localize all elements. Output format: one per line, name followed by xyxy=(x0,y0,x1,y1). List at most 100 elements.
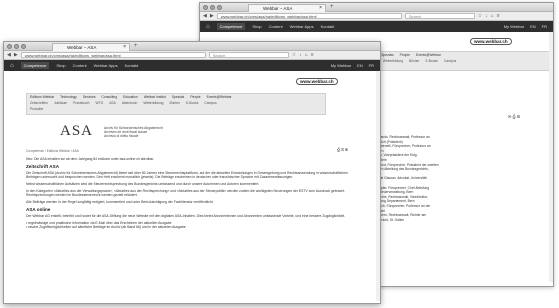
menu-item[interactable]: WTG xyxy=(95,101,103,105)
page-action-icons[interactable]: ✉ ⎙ ⊞ xyxy=(508,114,520,119)
menu-item[interactable]: People xyxy=(190,95,200,99)
minimize-window-button[interactable] xyxy=(14,44,19,49)
menu-item[interactable]: E-Books xyxy=(186,101,198,105)
menu-item[interactable]: Weiterbildung xyxy=(143,101,163,105)
new-tab-icon[interactable]: + xyxy=(330,4,334,11)
menu-item[interactable]: Webbar Institut xyxy=(144,95,166,99)
close-tab-icon[interactable]: × xyxy=(123,44,126,51)
scrollbar[interactable] xyxy=(549,32,553,282)
menu-item[interactable]: Events@Webbar xyxy=(207,95,232,99)
bookmark-icon[interactable]: ☆ xyxy=(478,13,482,19)
menu-item[interactable]: Technology xyxy=(60,95,77,99)
menu-icon[interactable]: ≡ xyxy=(311,52,314,58)
nav-lang-en[interactable]: EN xyxy=(530,24,536,29)
minimize-window-button[interactable] xyxy=(210,5,215,10)
back-arrow-icon[interactable]: ◀ xyxy=(203,13,207,19)
scrollbar[interactable] xyxy=(376,71,380,301)
nav-shop[interactable]: Shop xyxy=(252,24,261,29)
nav-shop[interactable]: Shop xyxy=(56,63,65,68)
menu-item[interactable]: Editions Webbar xyxy=(30,95,54,99)
site-nav: ⌂ Competence Shop Content Webbar Apps Ko… xyxy=(4,60,380,71)
new-tab-icon[interactable]: + xyxy=(134,43,138,50)
back-arrow-icon[interactable]: ◀ xyxy=(7,52,11,58)
download-icon[interactable]: ↓ xyxy=(485,13,488,19)
list-item: • rasche Zugriffsmöglichkeiten auf sämtl… xyxy=(26,224,186,229)
menu-item[interactable]: Education xyxy=(123,95,138,99)
forward-arrow-icon[interactable]: ▶ xyxy=(14,52,18,58)
nav-lang-fr[interactable]: FR xyxy=(369,63,374,68)
asa-logo: ASA xyxy=(60,123,94,139)
menu-item[interactable]: Consulting xyxy=(101,95,117,99)
menu-item[interactable]: E-Books xyxy=(425,59,437,63)
home-icon[interactable]: ⌂ xyxy=(305,52,308,58)
menu-item[interactable]: Jubiläum xyxy=(54,101,67,105)
close-window-button[interactable] xyxy=(7,44,12,49)
bookmark-icon[interactable]: ☆ xyxy=(292,52,296,58)
menu-item[interactable]: Campus xyxy=(444,59,456,63)
page-action-icons[interactable]: ⎙ ✉ ⊞ xyxy=(337,147,348,152)
nav-competence[interactable]: Competence xyxy=(216,23,246,30)
front-browser-window: Webbar – ASA × + ◀ ▶ www.webbar.ch/cms/a… xyxy=(3,41,381,304)
sub-menu: Editions Webbar Technology Services Cons… xyxy=(26,93,326,115)
browser-tab[interactable]: Webbar – ASA × xyxy=(248,4,326,12)
nav-my-webbar[interactable]: My Webbar xyxy=(504,24,524,29)
toolbar-icons: ☆ ↓ ⌂ ≡ xyxy=(478,13,500,19)
home-icon[interactable]: ⌂ xyxy=(206,24,210,30)
menu-item[interactable]: Events@Webbar xyxy=(416,53,441,57)
section-title: ASA online xyxy=(26,206,51,212)
nav-lang-en[interactable]: EN xyxy=(357,63,363,68)
menu-item[interactable]: Weiterbildung xyxy=(383,59,403,63)
home-icon[interactable]: ⌂ xyxy=(10,63,14,69)
search-input[interactable]: Search xyxy=(404,13,475,19)
site-logo[interactable]: www.webbar.ch xyxy=(296,78,338,85)
nav-lang-fr[interactable]: FR xyxy=(542,24,547,29)
window-controls xyxy=(7,44,26,49)
feature-list: • regelmässige und praktische Informatio… xyxy=(26,221,356,229)
nav-my-webbar[interactable]: My Webbar xyxy=(331,63,351,68)
zoom-window-button[interactable] xyxy=(21,44,26,49)
asa-description: Archiv für Schweizerisches Abgaberecht A… xyxy=(104,126,163,138)
breadcrumb[interactable]: Competence / Editions Webbar / ASA xyxy=(26,149,79,153)
browser-tab[interactable]: Webbar – ASA × xyxy=(52,43,130,51)
paragraph: Nebst wissenschaftlichen Aufsätzen wird … xyxy=(26,182,260,187)
url-bar[interactable]: www.webbar.ch/cms/asa/na/editions_webbar… xyxy=(20,52,206,58)
nav-content[interactable]: Content xyxy=(269,24,283,29)
download-icon[interactable]: ↓ xyxy=(299,52,302,58)
menu-item[interactable]: ASA xyxy=(109,101,116,105)
menu-item[interactable]: People xyxy=(400,53,410,57)
url-bar[interactable]: www.webbar.ch/cms/asa/na/editions_webbar… xyxy=(216,13,402,19)
zoom-window-button[interactable] xyxy=(217,5,222,10)
back-navbar: ◀ ▶ www.webbar.ch/cms/asa/na/editions_we… xyxy=(200,12,553,21)
toolbar-icons: ☆ ↓ ⌂ ≡ xyxy=(292,52,314,58)
menu-row: Produkte xyxy=(27,106,325,112)
menu-item[interactable]: Zeitschriften xyxy=(30,101,48,105)
home-icon[interactable]: ⌂ xyxy=(491,13,494,19)
nav-webbar-apps[interactable]: Webbar Apps xyxy=(290,24,314,29)
menu-item[interactable]: Produkte xyxy=(30,107,43,111)
menu-item[interactable]: Bücher xyxy=(170,101,180,105)
search-input[interactable]: Search xyxy=(208,52,289,58)
menu-icon[interactable]: ≡ xyxy=(497,13,500,19)
paragraph: Die Zeitschrift ASA (Archiv für Schweize… xyxy=(26,171,348,180)
menu-item[interactable]: Aktenbuch xyxy=(122,101,138,105)
menu-item[interactable]: Campus xyxy=(204,101,216,105)
site-logo[interactable]: www.webbar.ch xyxy=(470,38,512,45)
paragraph: Der Webbar AG erstellt, betreibt und hos… xyxy=(26,213,346,218)
menu-item[interactable]: Services xyxy=(83,95,96,99)
window-controls xyxy=(203,5,222,10)
nav-kontakt[interactable]: Kontakt xyxy=(321,24,335,29)
nav-competence[interactable]: Competence xyxy=(20,62,50,69)
nav-webbar-apps[interactable]: Webbar Apps xyxy=(94,63,118,68)
menu-item[interactable]: Praxisbuch xyxy=(73,101,89,105)
nav-content[interactable]: Content xyxy=(73,63,87,68)
menu-item[interactable]: Spezials xyxy=(381,53,393,57)
paragraph: In den Kategorien «Aktuelles aus der Ver… xyxy=(26,188,346,198)
nav-kontakt[interactable]: Kontakt xyxy=(125,63,139,68)
close-tab-icon[interactable]: × xyxy=(319,5,322,12)
front-titlebar: Webbar – ASA × + xyxy=(4,42,380,51)
forward-arrow-icon[interactable]: ▶ xyxy=(210,13,214,19)
back-titlebar: Webbar – ASA × + xyxy=(200,3,553,12)
menu-item[interactable]: Spezials xyxy=(172,95,184,99)
menu-item[interactable]: Bücher xyxy=(409,59,419,63)
close-window-button[interactable] xyxy=(203,5,208,10)
